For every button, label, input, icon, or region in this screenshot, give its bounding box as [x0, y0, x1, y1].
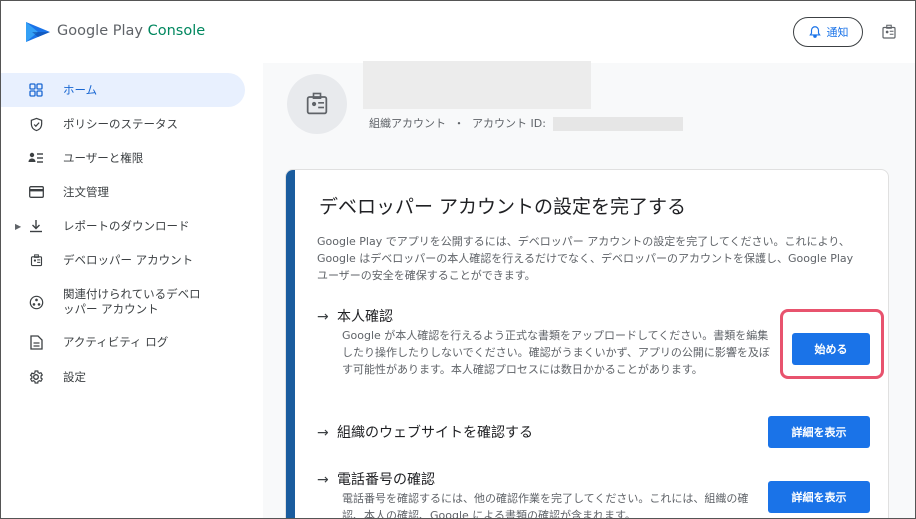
sidebar-item-activity-log[interactable]: アクティビティ ログ	[1, 325, 245, 359]
arrow-right-icon: →	[317, 472, 329, 488]
sidebar-item-developer-account[interactable]: デベロッパー アカウント	[1, 243, 245, 277]
sidebar-item-home[interactable]: ホーム	[1, 73, 245, 107]
sidebar-item-label: ユーザーと権限	[63, 151, 144, 165]
sidebar-item-label: 設定	[63, 370, 86, 384]
card-title: デベロッパー アカウントの設定を完了する	[319, 196, 687, 218]
expand-caret-icon[interactable]: ▶	[15, 222, 21, 231]
sidebar-item-users-permissions[interactable]: ユーザーと権限	[1, 141, 245, 175]
step-title-text: 組織のウェブサイトを確認する	[337, 425, 533, 441]
sidebar-item-label: デベロッパー アカウント	[63, 253, 194, 267]
account-meta: 組織アカウント ・ アカウント ID:	[369, 115, 546, 131]
account-avatar	[287, 74, 347, 134]
step-identity-title: → 本人確認	[317, 306, 393, 326]
account-type: 組織アカウント	[369, 117, 446, 130]
sidebar-item-label: 注文管理	[63, 185, 109, 199]
website-details-button[interactable]: 詳細を表示	[768, 416, 870, 448]
step-phone-title: → 電話番号の確認	[317, 469, 435, 489]
highlight-annotation	[780, 309, 884, 379]
credit-card-icon	[28, 184, 44, 200]
sidebar-item-policy-status[interactable]: ポリシーのステータス	[1, 107, 245, 141]
sidebar-item-linked-accounts[interactable]: 関連付けられているデベロ ッパー アカウント	[1, 281, 245, 323]
developer-account-icon[interactable]	[880, 23, 898, 41]
account-id-label: アカウント ID:	[472, 117, 546, 130]
notifications-label: 通知	[826, 26, 849, 39]
sidebar-nav: ホーム ポリシーのステータス ユーザーと権限 注文管理 ▶ レポートのダウンロー…	[1, 63, 263, 518]
phone-details-button[interactable]: 詳細を表示	[768, 481, 870, 513]
account-id-redacted	[553, 117, 683, 131]
step-website-title: → 組織のウェブサイトを確認する	[317, 422, 533, 442]
sidebar-item-order-management[interactable]: 注文管理	[1, 175, 245, 209]
sidebar-item-label: ホーム	[63, 83, 98, 97]
download-icon	[28, 218, 44, 234]
gear-icon	[28, 369, 44, 385]
account-badge-icon	[28, 252, 44, 268]
arrow-right-icon: →	[317, 309, 329, 325]
sidebar-item-label: レポートのダウンロード	[63, 219, 190, 233]
sidebar-item-label: アクティビティ ログ	[63, 335, 169, 349]
step-phone-description: 電話番号を確認するには、他の確認作業を完了してください。これには、組織の確認、本…	[342, 492, 749, 519]
sidebar-item-download-reports[interactable]: ▶ レポートのダウンロード	[1, 209, 245, 243]
document-icon	[28, 334, 44, 350]
account-name-redacted	[363, 61, 591, 109]
play-console-logo-icon[interactable]	[25, 20, 51, 44]
card-description: Google Play でアプリを公開するには、デベロッパー アカウントの設定を…	[317, 235, 854, 282]
step-identity-description: Google が本人確認を行えるよう正式な書類をアップロードしてください。書類を…	[342, 329, 770, 376]
notifications-button[interactable]: 通知	[793, 17, 863, 47]
bell-icon	[808, 26, 821, 38]
brand-prefix: Google Play	[57, 23, 148, 39]
app-window: Google Play Console 通知 ホーム ポリシーのステータス ユー…	[0, 0, 916, 519]
arrow-right-icon: →	[317, 425, 329, 441]
brand-accent: Console	[147, 23, 206, 39]
step-title-text: 電話番号の確認	[337, 472, 435, 488]
shield-icon	[28, 116, 44, 132]
sidebar-item-label: ポリシーのステータス	[63, 117, 178, 131]
linked-accounts-icon	[28, 294, 44, 310]
meta-separator: ・	[453, 117, 465, 130]
card-accent-bar	[286, 170, 295, 518]
top-app-bar: Google Play Console 通知	[1, 1, 915, 63]
users-icon	[28, 150, 44, 166]
brand-title[interactable]: Google Play Console	[57, 23, 205, 39]
account-badge-icon	[306, 92, 328, 115]
sidebar-item-label: 関連付けられているデベロ ッパー アカウント	[63, 287, 201, 316]
sidebar-item-settings[interactable]: 設定	[1, 360, 245, 394]
home-grid-icon	[28, 82, 44, 98]
step-title-text: 本人確認	[337, 309, 393, 325]
